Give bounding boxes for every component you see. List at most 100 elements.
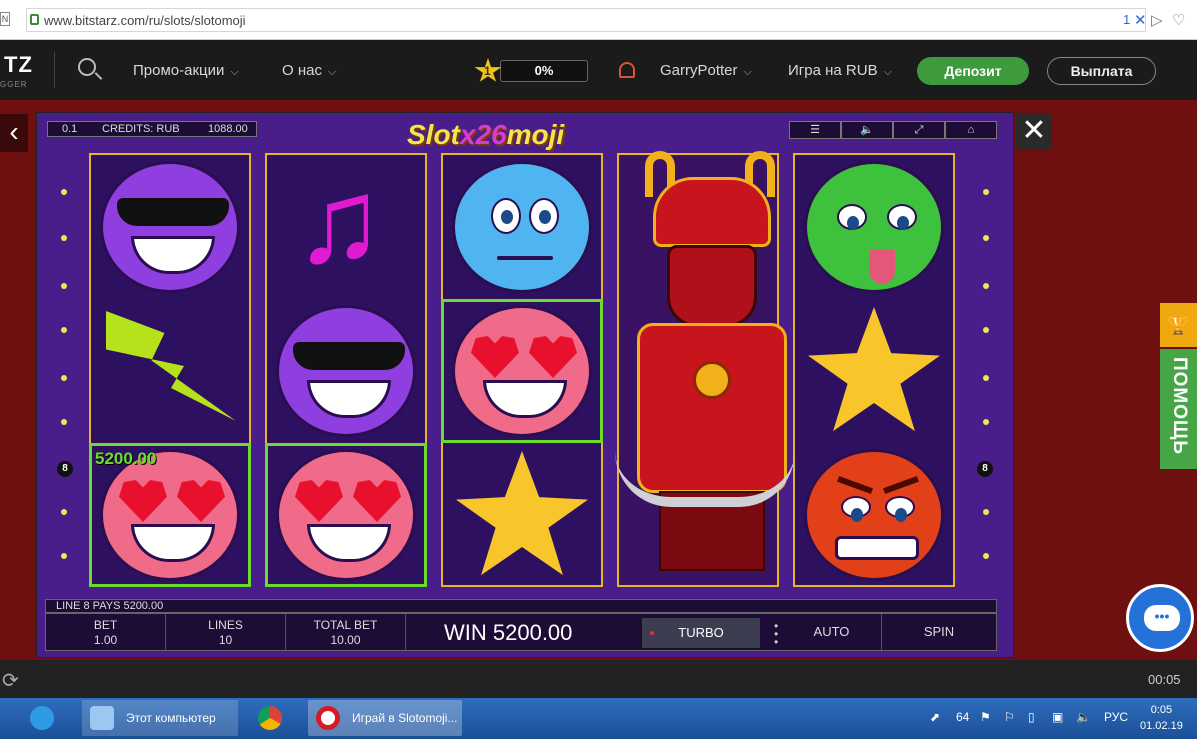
eye — [841, 496, 871, 522]
search-icon[interactable] — [78, 58, 96, 76]
sunglasses — [293, 342, 405, 370]
cool-purple-symbol — [272, 303, 420, 439]
spin-button[interactable]: SPIN — [882, 614, 996, 650]
site-header: TZ GGER Промо-акции ⌵ О нас ⌵ 0% 1 GarryPo… — [0, 40, 1197, 100]
clock[interactable]: 0:05 01.02.19 — [1140, 702, 1183, 734]
device-icon[interactable]: ▯ — [1028, 710, 1035, 724]
credits-value: 1088.00 — [208, 123, 248, 135]
credits-panel: 0.1 CREDITS: RUB 1088.00 — [47, 121, 257, 137]
close-game-button[interactable]: ✕ — [1016, 114, 1052, 150]
star-icon — [456, 451, 588, 576]
line-dot — [61, 375, 67, 381]
tray-arrow-icon[interactable]: ⬈ — [930, 710, 940, 724]
total-bet-display: TOTAL BET 10.00 — [286, 614, 406, 650]
brow — [837, 476, 873, 494]
taskbar-explorer[interactable]: Этот компьютер — [82, 700, 238, 736]
credits-label: CREDITS: RUB — [102, 123, 180, 135]
nav-about-label: О нас — [282, 62, 322, 79]
line-dot — [61, 189, 67, 195]
lock-icon — [30, 14, 39, 25]
eye — [837, 204, 867, 230]
url-text[interactable]: www.bitstarz.com/ru/slots/slotomoji — [44, 13, 246, 28]
slot-game[interactable]: 0.1 CREDITS: RUB 1088.00 Slotx26moji ☰ 🔈… — [36, 112, 1014, 658]
network-icon[interactable]: ▣ — [1052, 710, 1063, 724]
heart-icon[interactable]: ♡ — [1172, 11, 1185, 29]
line-dot — [983, 283, 989, 289]
opera-label: Играй в Slotomoji... — [352, 711, 458, 725]
nav-promo-label: Промо-акции — [133, 62, 225, 79]
chrome-button[interactable] — [250, 700, 298, 736]
trophy-icon[interactable]: 🏆 — [1160, 303, 1197, 347]
line-dot — [61, 553, 67, 559]
opera-icon — [316, 706, 340, 730]
eye — [887, 204, 917, 230]
face — [804, 449, 944, 581]
lines-value: 10 — [218, 633, 233, 647]
back-arrow-icon[interactable]: ‹ — [0, 114, 28, 152]
smile — [131, 236, 215, 274]
level-progress[interactable]: 0% — [500, 60, 588, 82]
win-highlight — [441, 299, 603, 443]
home-icon[interactable]: ⌂ — [945, 121, 997, 139]
user-menu[interactable]: GarryPotter ⌵ — [660, 62, 752, 79]
tab-edge[interactable]: N — [0, 12, 10, 26]
music-note-symbol: ♫ — [272, 159, 420, 295]
action-center-icon[interactable]: ⚐ — [1004, 710, 1015, 724]
turbo-button[interactable]: TURBO — [642, 618, 760, 648]
line-dot — [983, 375, 989, 381]
line-number-left: 8 — [57, 461, 73, 477]
chat-button[interactable] — [1126, 584, 1194, 652]
line-dot — [983, 509, 989, 515]
tongue — [869, 250, 895, 284]
withdraw-button[interactable]: Выплата — [1047, 57, 1156, 85]
close-x-icon[interactable]: ✕ — [1134, 11, 1147, 29]
auto-button[interactable]: AUTO — [782, 614, 882, 650]
nav-promo[interactable]: Промо-акции ⌵ — [133, 62, 239, 79]
face — [100, 161, 240, 293]
clock-date: 01.02.19 — [1140, 720, 1183, 732]
extension-badge[interactable]: 1 — [1123, 12, 1130, 27]
cool-purple-symbol — [96, 159, 244, 295]
line-dot — [983, 553, 989, 559]
samurai-mask — [667, 245, 757, 327]
chevron-down-icon: ⌵ — [327, 66, 337, 78]
line-dot — [61, 235, 67, 241]
chevron-down-icon: ⌵ — [230, 66, 239, 78]
send-icon[interactable]: ▷ — [1151, 11, 1163, 29]
brow — [883, 476, 919, 494]
logo-part: Slot — [407, 119, 460, 150]
language-indicator[interactable]: РУС — [1104, 710, 1128, 724]
chevron-down-icon: ⌵ — [883, 66, 892, 78]
volume-icon[interactable]: 🔈 — [1076, 710, 1091, 724]
lines-control[interactable]: LINES 10 — [166, 614, 286, 650]
line-dot — [61, 419, 67, 425]
nav-about[interactable]: О нас ⌵ — [282, 62, 336, 79]
lines-label: LINES — [208, 618, 243, 632]
sound-icon[interactable]: 🔈 — [841, 121, 893, 139]
eye — [491, 198, 521, 234]
star-icon — [808, 307, 940, 432]
more-options-icon[interactable]: • • • — [774, 620, 778, 648]
bet-control[interactable]: BET 1.00 — [46, 614, 166, 650]
line-dot — [983, 189, 989, 195]
help-tab[interactable]: ПОМОЩЬ — [1160, 349, 1197, 469]
bell-icon[interactable] — [619, 62, 635, 78]
clock-time: 0:05 — [1150, 704, 1173, 716]
sad-blue-symbol — [448, 159, 596, 295]
sick-green-symbol — [800, 159, 948, 295]
menu-icon[interactable]: ☰ — [789, 121, 841, 139]
site-logo[interactable]: TZ — [4, 52, 33, 78]
currency-menu[interactable]: Игра на RUB ⌵ — [788, 62, 892, 79]
deposit-button[interactable]: Депозит — [917, 57, 1029, 85]
bet-value: 1.00 — [93, 633, 118, 647]
reload-icon[interactable]: ⟳ — [2, 668, 19, 693]
tray-number[interactable]: 64 — [956, 710, 969, 724]
ie-button[interactable] — [22, 700, 70, 736]
tray-flag-icon[interactable]: ⚑ — [980, 710, 991, 724]
win-amount-tag: 5200.00 — [95, 449, 157, 468]
divider — [54, 52, 55, 88]
line-dot — [983, 235, 989, 241]
fullscreen-icon[interactable]: ⤢ — [893, 121, 945, 139]
taskbar-opera[interactable]: Играй в Slotomoji... — [308, 700, 462, 736]
player-time: 00:05 — [1148, 672, 1181, 687]
